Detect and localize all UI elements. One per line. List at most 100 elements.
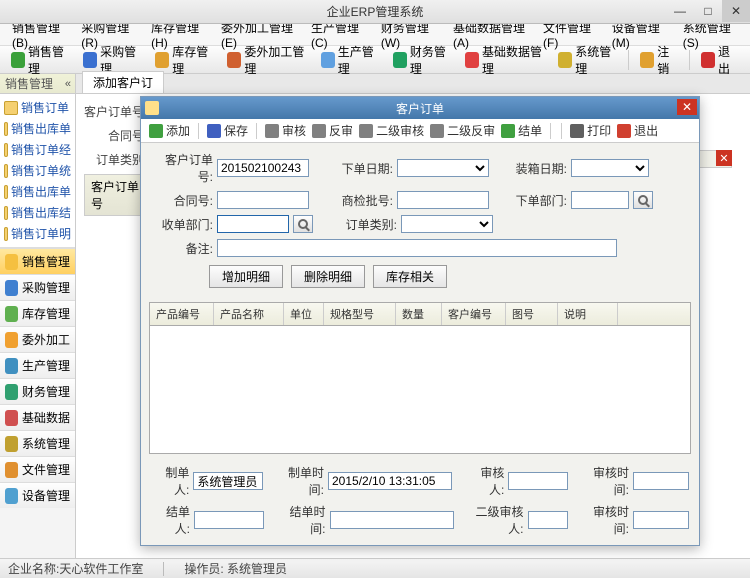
auditor2-input [528, 511, 568, 529]
toolbar-9[interactable]: 退出 [696, 41, 744, 79]
grid-col-7[interactable]: 说明 [558, 303, 618, 325]
toolbar-label: 基础数据管理 [482, 43, 545, 77]
dialog-tb-7[interactable]: 打印 [570, 122, 611, 139]
recv-dept-search-button[interactable] [293, 215, 313, 233]
dialog-close-button[interactable]: ✕ [677, 99, 697, 115]
document-icon [4, 227, 8, 241]
toolbar-icon [207, 124, 221, 138]
app-title: 企业ERP管理系统 [327, 3, 424, 20]
toolbar-label: 注销 [657, 43, 678, 77]
order-date-select[interactable] [397, 159, 489, 177]
recv-dept-input[interactable] [217, 215, 289, 233]
dialog-tb-label: 退出 [634, 122, 658, 139]
toolbar-label: 生产管理 [338, 43, 380, 77]
closer-label: 结单人: [151, 503, 190, 537]
toolbar-4[interactable]: 生产管理 [316, 41, 385, 79]
tree-item-2[interactable]: 销售订单经 [2, 139, 73, 160]
toolbar-5[interactable]: 财务管理 [388, 41, 457, 79]
nav-6[interactable]: 基础数据 [0, 404, 75, 430]
order-no-input[interactable] [217, 159, 309, 177]
nav-5[interactable]: 财务管理 [0, 378, 75, 404]
tab-add-order[interactable]: 添加客户订 [82, 71, 164, 93]
nav-icon [5, 280, 18, 296]
tab-label: 添加客户订 [93, 76, 153, 90]
nav-3[interactable]: 委外加工 [0, 326, 75, 352]
dialog-tb-4[interactable]: 二级审核 [359, 122, 424, 139]
document-icon [4, 143, 8, 157]
tree-item-0[interactable]: 销售订单 [2, 97, 73, 118]
toolbar-3[interactable]: 委外加工管理 [222, 41, 312, 79]
nav-9[interactable]: 设备管理 [0, 482, 75, 508]
audit-time-input [633, 472, 689, 490]
toolbar-icon [83, 52, 97, 68]
tree-item-4[interactable]: 销售出库单 [2, 181, 73, 202]
dialog-tb-8[interactable]: 退出 [617, 122, 658, 139]
tree-label: 销售出库单 [11, 183, 71, 200]
nav-icon [5, 488, 18, 504]
grid-col-4[interactable]: 数量 [396, 303, 442, 325]
tree-label: 销售订单统 [11, 162, 71, 179]
remark-label: 备注: [151, 240, 213, 257]
auditor2-label: 二级审核人: [468, 503, 524, 537]
contract-input[interactable] [217, 191, 309, 209]
dept2-input[interactable] [571, 191, 629, 209]
nav-1[interactable]: 采购管理 [0, 274, 75, 300]
stock-related-button[interactable]: 库存相关 [373, 265, 447, 288]
grid-col-0[interactable]: 产品编号 [150, 303, 214, 325]
grid-col-1[interactable]: 产品名称 [214, 303, 284, 325]
remark-input[interactable] [217, 239, 617, 257]
close-button[interactable]: ✕ [722, 0, 750, 22]
sidebar: 销售管理 « 销售订单销售出库单销售订单经销售订单统销售出库单销售出库结销售订单… [0, 74, 76, 558]
tree-item-1[interactable]: 销售出库单 [2, 118, 73, 139]
add-detail-button[interactable]: 增加明细 [209, 265, 283, 288]
grid-col-2[interactable]: 单位 [284, 303, 324, 325]
nav-8[interactable]: 文件管理 [0, 456, 75, 482]
order-type-select[interactable] [401, 215, 493, 233]
tree-item-5[interactable]: 销售出库结 [2, 202, 73, 223]
dialog-tb-3[interactable]: 反审 [312, 122, 353, 139]
nav-4[interactable]: 生产管理 [0, 352, 75, 378]
nav-7[interactable]: 系统管理 [0, 430, 75, 456]
toolbar-8[interactable]: 注销 [635, 41, 683, 79]
toolbar-icon [227, 52, 241, 68]
grid-body[interactable] [150, 326, 690, 453]
nav-icon [5, 462, 18, 478]
toolbar-label: 销售管理 [28, 43, 70, 77]
toolbar-0[interactable]: 销售管理 [6, 41, 75, 79]
dept2-label: 下单部门: [511, 192, 567, 209]
toolbar-icon [11, 52, 25, 68]
customer-order-dialog: 客户订单 ✕ 添加保存审核反审二级审核二级反审结单打印退出 客户订单号: 下单日… [140, 96, 700, 546]
tree-item-3[interactable]: 销售订单统 [2, 160, 73, 181]
nav-2[interactable]: 库存管理 [0, 300, 75, 326]
dialog-tb-5[interactable]: 二级反审 [430, 122, 495, 139]
toolbar-icon [640, 52, 654, 68]
dialog-tb-0[interactable]: 添加 [149, 122, 190, 139]
minimize-button[interactable]: — [666, 0, 694, 22]
inspect-input[interactable] [397, 191, 489, 209]
toolbar-label: 系统管理 [575, 43, 617, 77]
toolbar-7[interactable]: 系统管理 [553, 41, 622, 79]
box-date-select[interactable] [571, 159, 649, 177]
ghost-close-button[interactable]: ✕ [716, 150, 732, 166]
dept2-search-button[interactable] [633, 191, 653, 209]
maximize-button[interactable]: □ [694, 0, 722, 22]
nav-0[interactable]: 销售管理 [0, 248, 75, 274]
tab-strip: 添加客户订 [76, 74, 750, 94]
toolbar-icon [570, 124, 584, 138]
tree-item-6[interactable]: 销售订单明 [2, 223, 73, 244]
grid-col-6[interactable]: 图号 [506, 303, 558, 325]
tree-label: 销售订单经 [11, 141, 71, 158]
grid-col-5[interactable]: 客户编号 [442, 303, 506, 325]
maker-label: 制单人: [151, 464, 189, 498]
delete-detail-button[interactable]: 删除明细 [291, 265, 365, 288]
nav-label: 委外加工 [22, 331, 70, 348]
dialog-tb-1[interactable]: 保存 [207, 122, 248, 139]
dialog-tb-6[interactable]: 结单 [501, 122, 542, 139]
grid-col-3[interactable]: 规格型号 [324, 303, 396, 325]
nav-icon [5, 358, 18, 374]
sidebar-collapse-icon[interactable]: « [65, 78, 71, 90]
toolbar-icon [465, 52, 479, 68]
dialog-tb-2[interactable]: 审核 [265, 122, 306, 139]
dialog-tb-label: 结单 [518, 122, 542, 139]
toolbar-6[interactable]: 基础数据管理 [460, 41, 550, 79]
